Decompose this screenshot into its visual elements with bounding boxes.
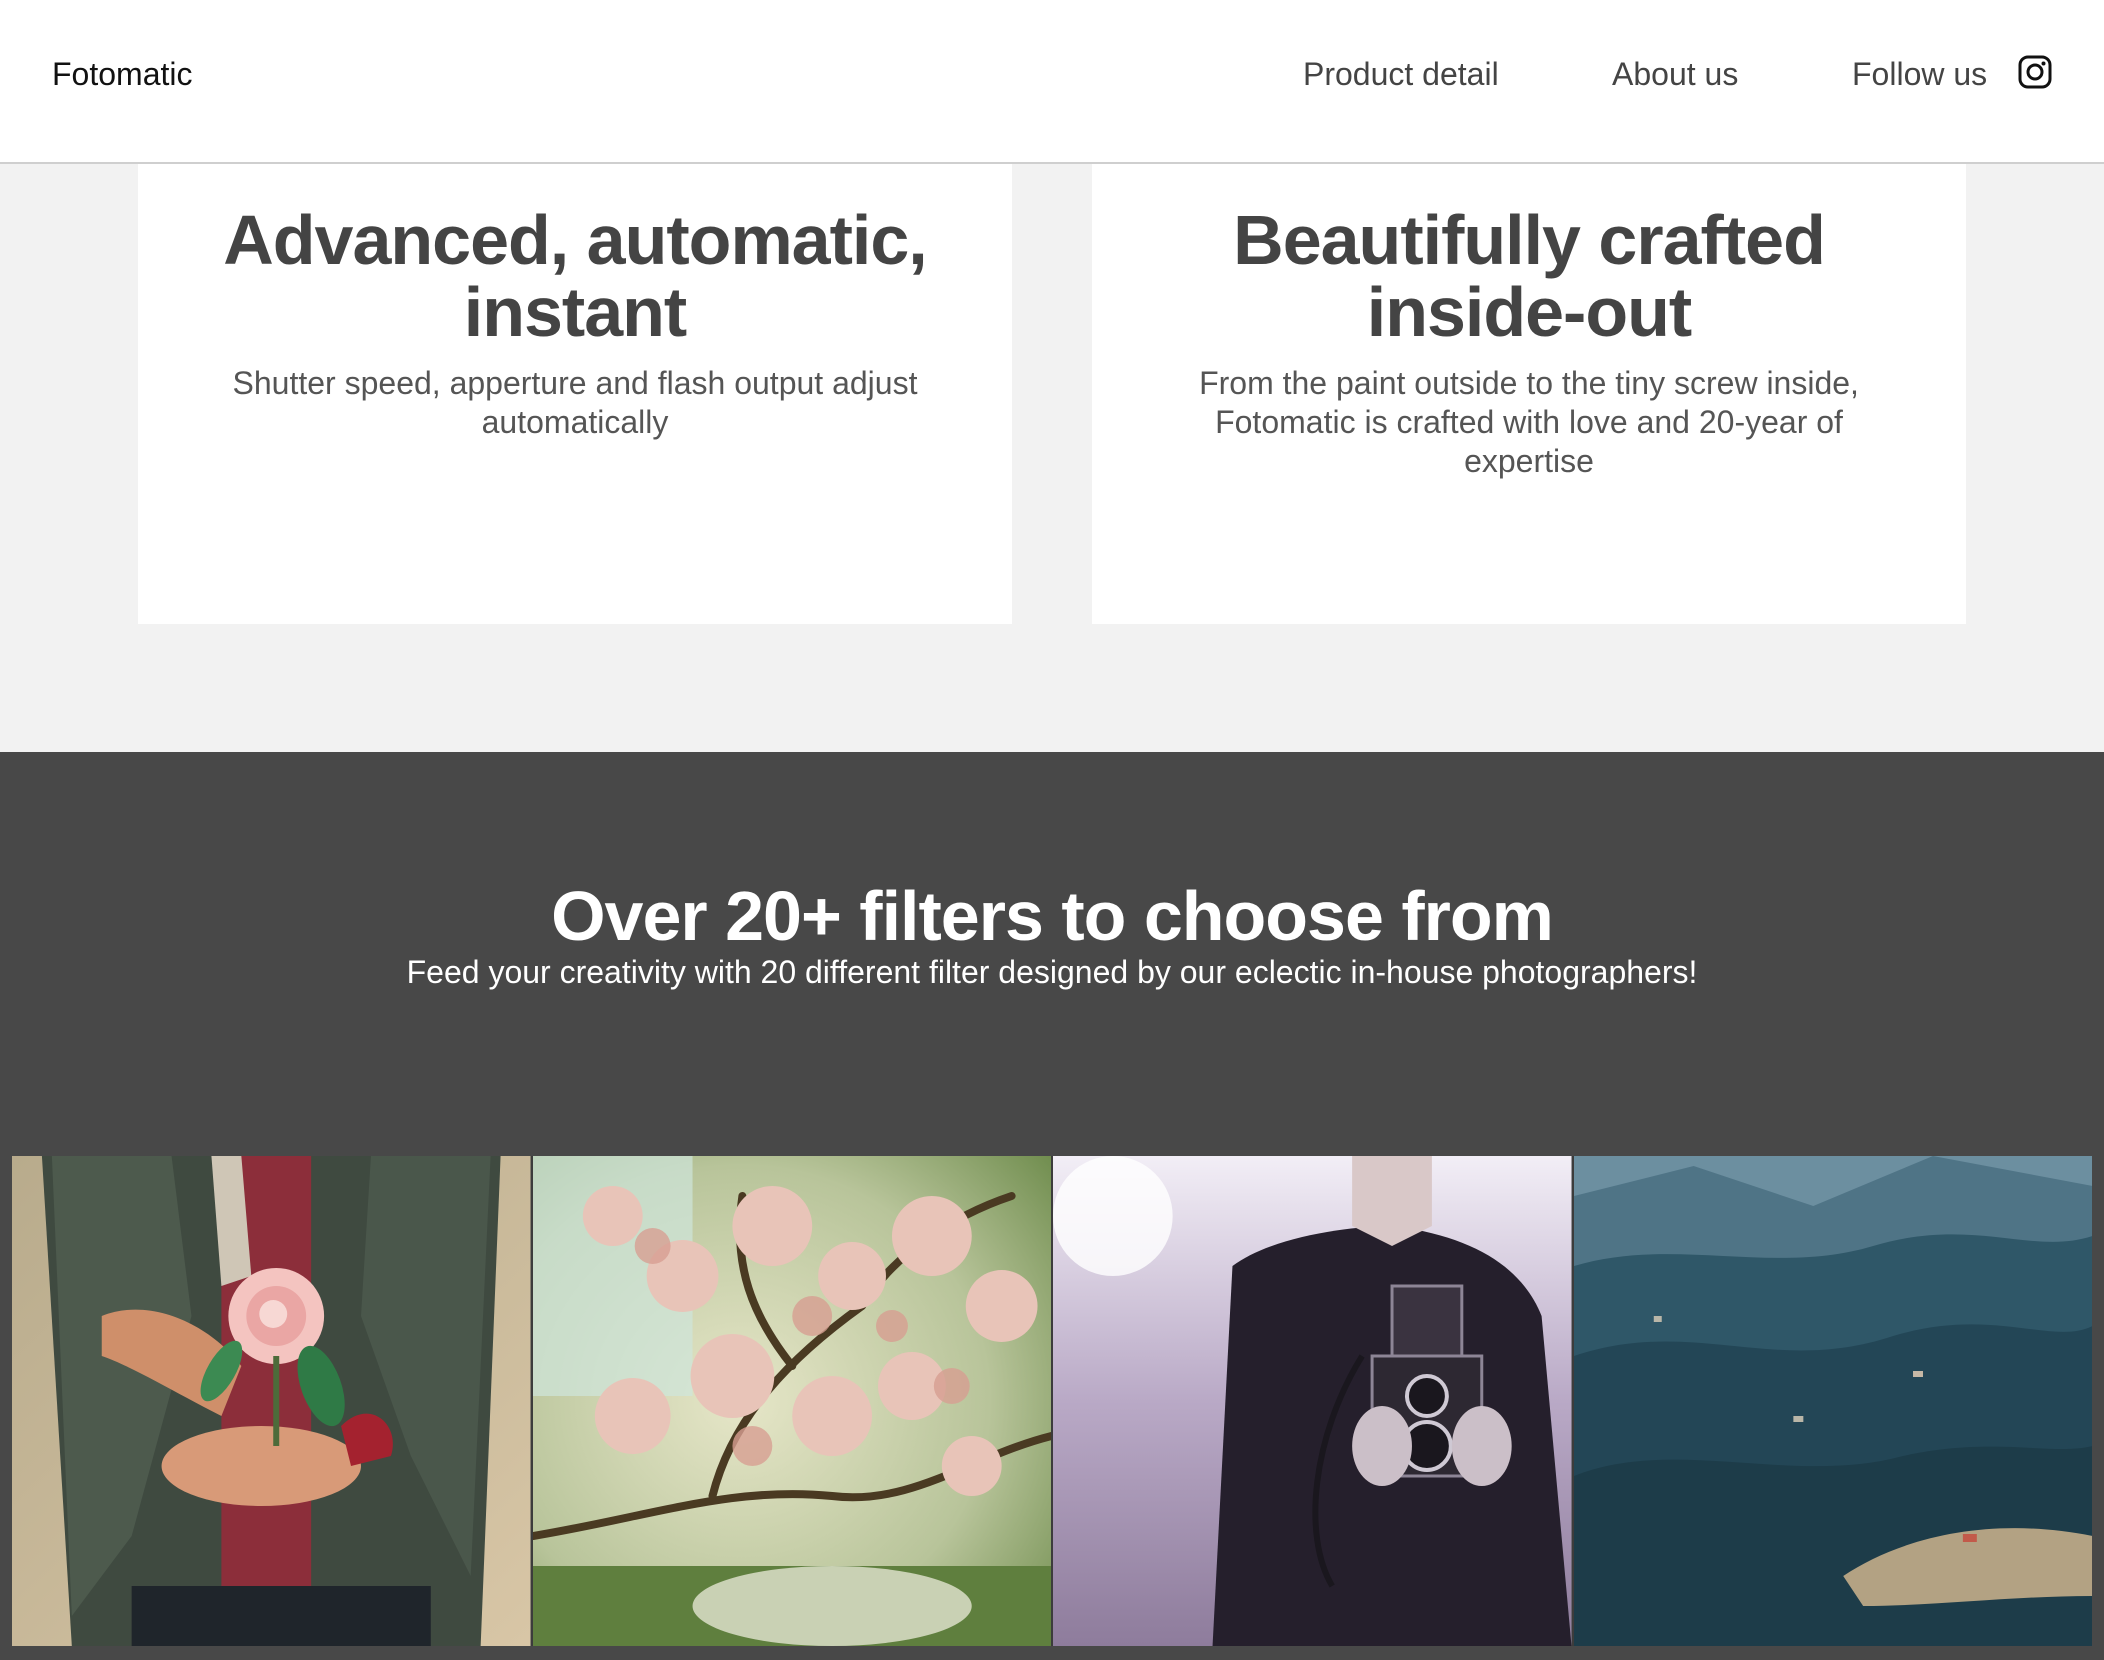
photo-mountain-valley-landscape[interactable] (1573, 1156, 2092, 1646)
feature-card-automatic: Advanced, automatic, instant Shutter spe… (138, 164, 1012, 624)
feature-title: Advanced, automatic, instant (223, 201, 928, 351)
feature-description: From the paint outside to the tiny screw… (1199, 365, 1859, 479)
filters-subheading: Feed your creativity with 20 different f… (406, 954, 1698, 990)
nav-link-about-us[interactable]: About us (1612, 56, 1738, 93)
landing-page: Fotomatic Product detail About us Follow… (0, 0, 2104, 1660)
features-section: Advanced, automatic, instant Shutter spe… (0, 164, 2104, 752)
filter-photo-gallery (12, 1156, 2092, 1646)
top-navigation-bar: Fotomatic Product detail About us Follow… (0, 0, 2104, 164)
nav-link-product-detail[interactable]: Product detail (1303, 56, 1499, 93)
feature-card-crafted: Beautifully crafted inside-out From the … (1092, 164, 1966, 624)
brand-logo-link[interactable]: Fotomatic (52, 56, 192, 93)
photo-blossoming-tree[interactable] (532, 1156, 1053, 1646)
feature-description: Shutter speed, apperture and flash outpu… (232, 365, 918, 440)
filters-section: Over 20+ filters to choose from Feed you… (0, 752, 2104, 1660)
photo-person-holding-flower[interactable] (12, 1156, 533, 1646)
instagram-icon[interactable] (2018, 55, 2052, 89)
nav-link-follow-us[interactable]: Follow us (1852, 56, 1987, 93)
filters-heading: Over 20+ filters to choose from (551, 877, 1554, 955)
photo-man-with-twin-lens-camera[interactable] (1053, 1156, 1574, 1646)
feature-title: Beautifully crafted inside-out (1233, 201, 1826, 351)
